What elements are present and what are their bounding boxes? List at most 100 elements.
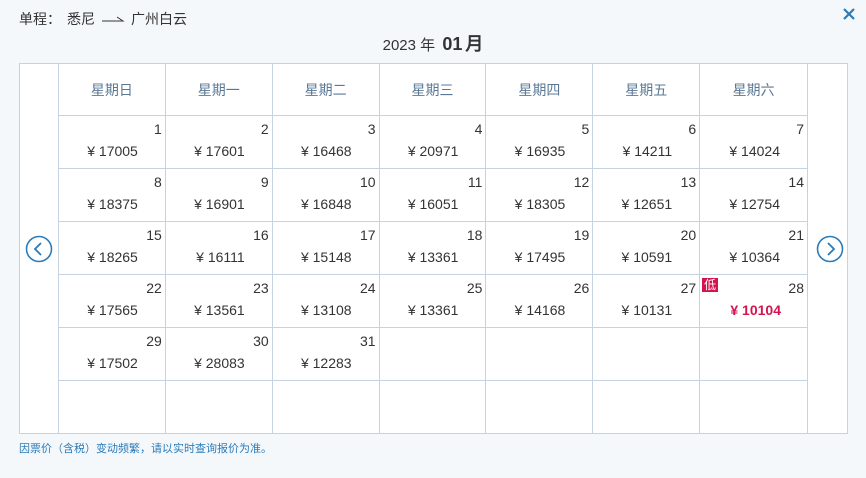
day-number: 22: [146, 280, 162, 296]
calendar-day-cell[interactable]: 27 ¥ 10131: [593, 275, 701, 328]
day-number: 15: [146, 227, 162, 243]
calendar-day-cell[interactable]: 21 ¥ 10364: [700, 222, 807, 275]
calendar-day-cell[interactable]: 7 ¥ 14024: [700, 116, 807, 169]
calendar-day-cell[interactable]: 低 28 ¥ 10104: [700, 275, 807, 328]
calendar-day-cell[interactable]: 13 ¥ 12651: [593, 169, 701, 222]
empty-day-cell: [379, 381, 487, 434]
day-price: ¥ 16468: [300, 143, 352, 159]
destination-city: 广州白云: [131, 11, 187, 27]
day-price: ¥ 10131: [621, 302, 673, 318]
day-price: ¥ 17502: [87, 355, 138, 371]
day-price: ¥ 16111: [196, 249, 245, 265]
price-notice: 因票价（含税）变动频繁，请以实时查询报价为准。: [19, 443, 272, 455]
day-number: 25: [466, 280, 483, 296]
day-number: 11: [467, 174, 483, 190]
day-number: 5: [581, 121, 590, 137]
trip-type-label: 单程：: [19, 11, 61, 27]
calendar-day-cell[interactable]: 16 ¥ 16111: [165, 222, 273, 275]
calendar-day-cell[interactable]: 22 ¥ 17565: [59, 275, 166, 328]
calendar-day-cell[interactable]: 29 ¥ 17502: [59, 328, 166, 381]
close-icon[interactable]: [840, 5, 858, 23]
day-price: ¥ 18375: [87, 196, 138, 212]
low-price-badge: 低: [702, 278, 719, 292]
day-price: ¥ 14024: [729, 143, 780, 159]
arrow-right-icon: [101, 14, 125, 24]
calendar-day-cell[interactable]: 10 ¥ 16848: [272, 169, 380, 222]
calendar-day-cell[interactable]: 20 ¥ 10591: [593, 222, 701, 275]
day-number: 20: [680, 227, 697, 243]
day-price: ¥ 14211: [622, 143, 673, 159]
calendar-day-cell[interactable]: 14 ¥ 12754: [700, 169, 807, 222]
calendar-day-cell[interactable]: 5 ¥ 16935: [486, 116, 594, 169]
calendar-day-cell[interactable]: 15 ¥ 18265: [59, 222, 166, 275]
calendar-day-cell[interactable]: 17 ¥ 15148: [272, 222, 380, 275]
day-price: ¥ 17495: [514, 249, 566, 265]
calendar-day-cell[interactable]: 24 ¥ 13108: [272, 275, 380, 328]
calendar-day-cell[interactable]: 1 ¥ 17005: [59, 116, 166, 169]
day-number: 6: [688, 121, 697, 137]
day-price: ¥ 16848: [300, 196, 352, 212]
month-suffix: 月: [465, 34, 484, 54]
calendar-day-cell[interactable]: 18 ¥ 13361: [379, 222, 487, 275]
calendar-day-cell[interactable]: 6 ¥ 14211: [593, 116, 701, 169]
day-number: 10: [359, 174, 376, 190]
calendar-day-cell[interactable]: 9 ¥ 16901: [165, 169, 273, 222]
day-number: 14: [788, 174, 804, 190]
day-number: 12: [573, 174, 590, 190]
calendar-day-cell[interactable]: 26 ¥ 14168: [486, 275, 594, 328]
calendar-day-cell[interactable]: 12 ¥ 18305: [486, 169, 594, 222]
month-value: 01: [442, 34, 463, 54]
day-number: 26: [573, 280, 590, 296]
day-price: ¥ 18305: [514, 196, 566, 212]
empty-day-cell: [486, 328, 594, 381]
day-number: 3: [367, 121, 376, 137]
calendar-day-cell[interactable]: 31 ¥ 12283: [272, 328, 380, 381]
calendar-day-cell[interactable]: 3 ¥ 16468: [272, 116, 380, 169]
calendar-day-cell[interactable]: 23 ¥ 13561: [165, 275, 273, 328]
year-value: 2023: [382, 37, 416, 54]
calendar-day-cell[interactable]: 25 ¥ 13361: [379, 275, 487, 328]
empty-day-cell: [593, 328, 701, 381]
calendar-day-cell[interactable]: 8 ¥ 18375: [59, 169, 166, 222]
day-price: ¥ 16901: [194, 196, 245, 212]
day-number: 28: [788, 280, 804, 296]
day-number: 27: [680, 280, 697, 296]
day-number: 21: [788, 227, 804, 243]
day-price: ¥ 12651: [621, 196, 673, 212]
day-price: ¥ 14168: [514, 302, 566, 318]
day-price: ¥ 13108: [300, 302, 352, 318]
day-number: 4: [474, 121, 483, 137]
day-price: ¥ 15148: [300, 249, 352, 265]
calendar: 星期日 星期一 星期二 星期三 星期四 星期五 星期六 1 ¥ 17005 2 ¥ 17601 3 ¥ …: [19, 63, 848, 434]
chevron-right-circle-icon[interactable]: [816, 235, 844, 263]
day-number: 31: [359, 333, 376, 349]
day-number: 13: [680, 174, 697, 190]
empty-day-cell: [59, 381, 166, 434]
empty-day-cell: [700, 381, 807, 434]
calendar-day-cell[interactable]: 30 ¥ 28083: [165, 328, 273, 381]
empty-day-cell: [593, 381, 701, 434]
empty-day-cell: [272, 381, 380, 434]
route-info: 单程： 悉尼 广州白云: [19, 9, 187, 29]
empty-day-cell: [700, 328, 807, 381]
calendar-day-cell[interactable]: 19 ¥ 17495: [486, 222, 594, 275]
day-number: 16: [253, 227, 269, 243]
day-price: ¥ 16935: [514, 143, 566, 159]
day-price: ¥ 20971: [407, 143, 459, 159]
calendar-day-cell[interactable]: 11 ¥ 16051: [379, 169, 487, 222]
empty-day-cell: [165, 381, 273, 434]
calendar-day-cell[interactable]: 4 ¥ 20971: [379, 116, 487, 169]
chevron-left-circle-icon[interactable]: [25, 235, 53, 263]
weekday-header: 星期一: [165, 64, 273, 116]
day-number: 19: [573, 227, 590, 243]
weekday-header: 星期六: [700, 64, 807, 116]
day-number: 24: [359, 280, 376, 296]
month-title: 2023 年 01 月: [0, 30, 866, 56]
day-number: 9: [260, 174, 269, 190]
day-price: ¥ 28083: [194, 355, 245, 371]
weekday-header: 星期日: [59, 64, 166, 116]
day-price: ¥ 13361: [407, 302, 459, 318]
day-price: ¥ 17005: [87, 143, 138, 159]
calendar-day-cell[interactable]: 2 ¥ 17601: [165, 116, 273, 169]
day-number: 17: [359, 227, 376, 243]
